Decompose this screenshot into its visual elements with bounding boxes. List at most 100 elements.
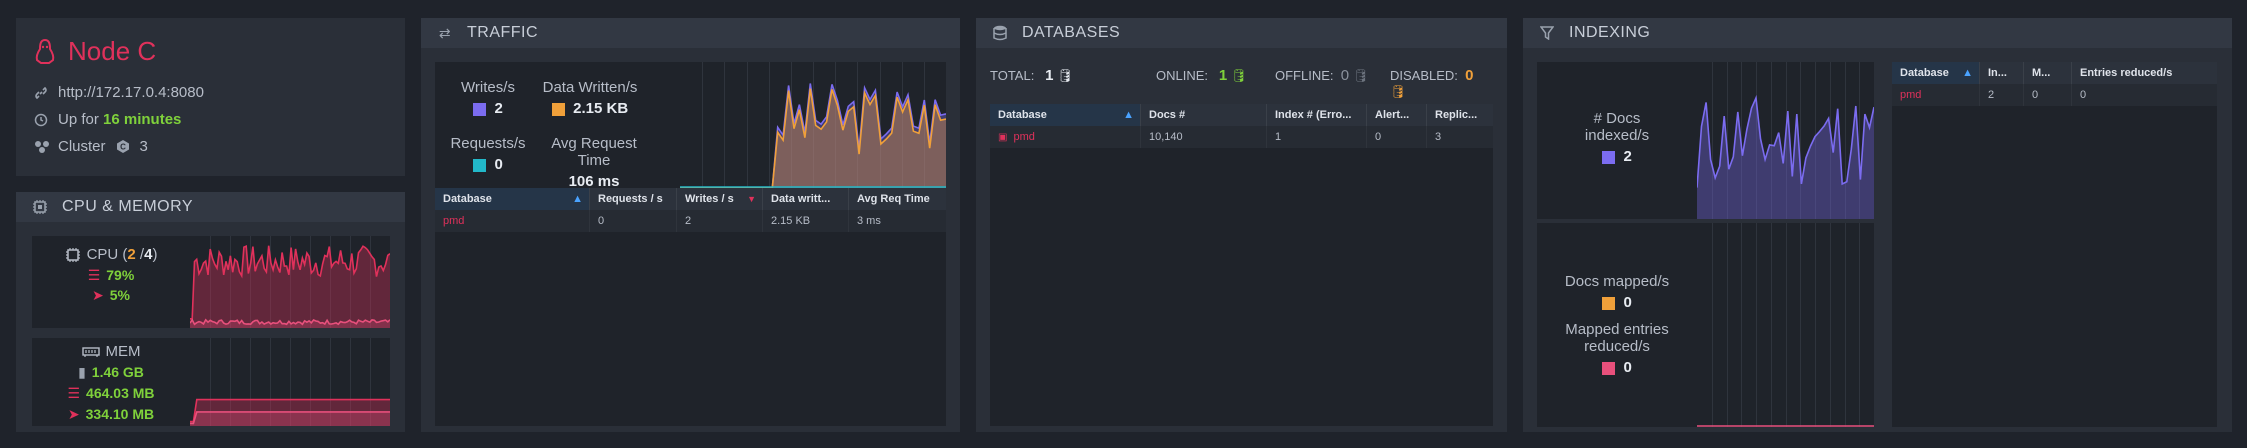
databases-title: DATABASES [1022,24,1121,41]
mapped-entries-label-2: reduced/s [1584,338,1650,355]
traffic-col-writes[interactable]: Writes / s ▼ [677,188,763,210]
writes-metric: Writes/s 2 [443,79,533,117]
cpu-box: CPU (2 /4) ☰ 79% ➤ 5% [32,236,390,328]
db-col-database[interactable]: Database ▲ [990,104,1141,126]
cpu-chart [190,236,390,328]
online-label: ONLINE: [1156,68,1209,83]
mem-label-row: MEM [32,343,190,360]
svg-text:C: C [120,143,126,152]
uptime-prefix: Up for [58,111,99,128]
traffic-col-database[interactable]: Database ▲ [435,188,590,210]
online-value: 1 [1218,67,1228,84]
node-url-row[interactable]: http://172.17.0.4:8080 [34,84,204,101]
link-icon [34,86,48,100]
mem-working-value: 464.03 MB [86,385,155,401]
db-col-alerts[interactable]: Alert... [1367,104,1427,126]
traffic-table-area: Database ▲ Requests / s Writes / s ▼ Data … [435,188,946,426]
writes-label: Writes/s [461,79,515,96]
traffic-col-avg-req[interactable]: Avg Req Time [849,188,946,210]
table-row[interactable]: pmd 2 0 0 [1892,84,2217,106]
file-icon: ▮ [78,364,86,380]
databases-panel: DATABASES TOTAL: 1 🛢 ONLINE: 1 🛢 OFFLINE… [976,18,1507,432]
cpu-memory-header: CPU & MEMORY [16,192,405,222]
docs-mapped-box: Docs mapped/s 0 Mapped entries reduced/s… [1537,223,1874,427]
docs-mapped-metric: Docs mapped/s 0 [1537,273,1697,311]
writes-swatch [473,102,487,116]
table-row[interactable]: ▣ pmd 10,140 1 0 3 [990,126,1493,148]
total-value: 1 [1045,67,1054,84]
cluster-value: 3 [139,138,148,155]
db-cell-index: 1 [1267,126,1367,148]
idx-cell-indexed: 2 [1980,84,2024,106]
mem-total-row: ▮ 1.46 GB [32,364,190,381]
server-icon: ☰ [87,267,101,283]
idx-cell-entries-reduced: 0 [2080,89,2087,101]
indexing-title: INDEXING [1569,24,1651,41]
traffic-icon: ⇄ [438,24,452,41]
databases-table-header: Database ▲ Docs # Index # (Erro... Alert.… [990,104,1493,126]
traffic-col-data-written[interactable]: Data writt... [763,188,849,210]
cluster-label: Cluster [58,138,106,155]
databases-summary: TOTAL: 1 🛢 ONLINE: 1 🛢 OFFLINE: 0 🛢 DISA… [990,64,1490,99]
databases-header: DATABASES [976,18,1507,48]
table-row[interactable]: pmd 0 2 2.15 KB 3 ms [435,210,946,232]
traffic-cell-avg-req: 3 ms [857,215,881,227]
clock-icon [34,113,48,127]
docs-indexed-value: 2 [1623,148,1632,165]
node-title: Node C [68,36,157,66]
online-db-icon: 🛢 [1230,68,1248,83]
uptime-row: Up for 16 minutes [34,111,181,128]
databases-table-area: Database ▲ Docs # Index # (Erro... Alert.… [990,104,1493,426]
avg-request-label: Avg Request Time [551,135,637,169]
avg-request-metric: Avg Request Time 106 ms [533,135,655,190]
data-written-metric: Data Written/s 2.15 KB [535,79,645,117]
cpu-process-row: ☰ 79% [32,267,190,284]
traffic-col-requests[interactable]: Requests / s [590,188,677,210]
cpu-machine-row: ➤ 5% [32,287,190,304]
requests-swatch [473,158,487,172]
db-col-docs[interactable]: Docs # [1141,104,1267,126]
idx-col-mapped[interactable]: M... [2024,62,2072,84]
node-url[interactable]: http://172.17.0.4:8080 [58,84,204,101]
mem-working-row: ☰ 464.03 MB [32,385,190,402]
idx-col-database[interactable]: Database ▲ [1892,62,1980,84]
disabled-label: DISABLED: [1390,68,1458,83]
cluster-node-icon: C [116,139,130,154]
db-cell-alerts: 0 [1367,126,1427,148]
idx-col-entries-reduced[interactable]: Entries reduced/s [2072,62,2217,84]
traffic-table-header: Database ▲ Requests / s Writes / s ▼ Data … [435,188,946,210]
cpu-machine-value: 5% [109,287,130,303]
indexing-header: INDEXING [1523,18,2232,48]
disabled-db-icon: 🛢 [1390,84,1407,99]
traffic-chart [680,62,946,188]
docs-indexed-label-1: # Docs [1593,110,1641,127]
indexing-table-area: Database ▲ In... M... Entries reduced/s p… [1892,62,2217,427]
docs-mapped-value: 0 [1623,294,1632,311]
memory-icon [81,346,100,358]
cpu-label: CPU ( [86,246,128,263]
docs-indexed-box: # Docs indexed/s 2 [1537,62,1874,219]
db-col-index[interactable]: Index # (Erro... [1267,104,1367,126]
idx-col-indexed[interactable]: In... [1980,62,2024,84]
cpu-sep: / [135,246,145,263]
db-col-replication[interactable]: Replic... [1427,104,1493,126]
docs-mapped-chart [1697,223,1874,427]
data-written-label: Data Written/s [542,79,638,96]
database-icon [990,25,1010,41]
indexing-panel: INDEXING # Docs indexed/s 2 Docs mapped/… [1523,18,2232,432]
cpu-icon [30,199,50,215]
requests-label: Requests/s [450,135,526,152]
database-stack-icon: 🛢 [1057,68,1074,83]
db-cell-replication: 3 [1435,131,1442,143]
db-cell-database[interactable]: ▣ pmd [990,126,1141,148]
idx-cell-database[interactable]: pmd [1892,84,1980,106]
databases-table: Database ▲ Docs # Index # (Erro... Alert.… [990,104,1493,148]
mapped-entries-metric: Mapped entries reduced/s 0 [1537,321,1697,376]
traffic-cell-database[interactable]: pmd [435,210,590,232]
indexing-table: Database ▲ In... M... Entries reduced/s p… [1892,62,2217,106]
docs-mapped-label: Docs mapped/s [1564,273,1670,290]
cpu-chip-icon [65,247,81,263]
mem-managed-row: ➤ 334.10 MB [32,406,190,423]
db-cell-docs: 10,140 [1141,126,1267,148]
cpu-memory-panel: CPU & MEMORY CPU (2 /4) ☰ 79% ➤ 5% MEM ▮ 1.… [16,192,405,432]
